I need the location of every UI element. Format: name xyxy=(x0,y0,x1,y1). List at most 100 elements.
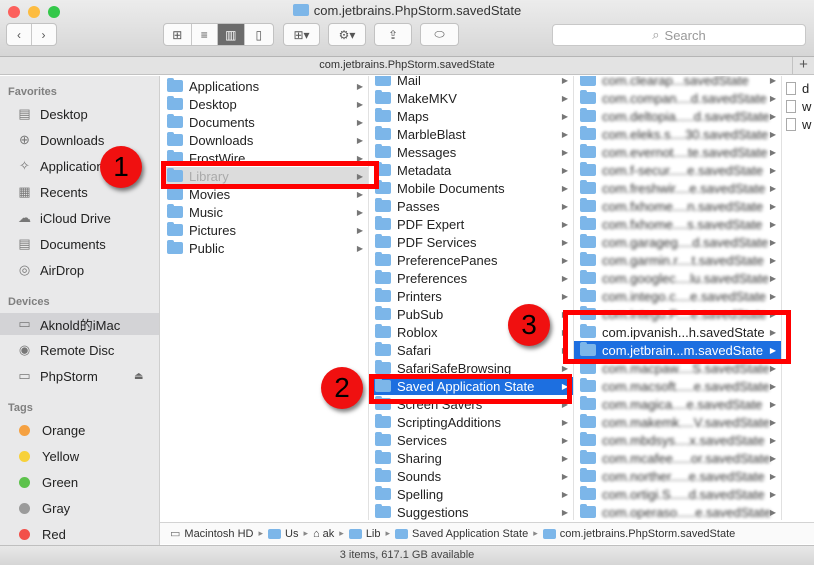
folder-row[interactable]: Documents ▶ xyxy=(161,113,368,131)
folder-row[interactable]: com.garageg....d.savedState ▶ xyxy=(574,233,781,251)
path-item[interactable]: com.jetbrains.PhpStorm.savedState xyxy=(560,528,735,540)
share-icon: ⇪ xyxy=(387,27,399,42)
search-field[interactable]: ⌕ Search xyxy=(552,24,806,46)
sidebar-item-phpstorm[interactable]: ▭ PhpStorm ⏏ xyxy=(0,365,159,387)
folder-row[interactable]: Messages ▶ xyxy=(369,143,573,161)
sidebar-item-documents[interactable]: ▤ Documents xyxy=(0,233,159,255)
path-item[interactable]: Lib xyxy=(366,528,381,540)
folder-row[interactable]: PreferencePanes ▶ xyxy=(369,251,573,269)
sidebar-item-airdrop[interactable]: ◎ AirDrop xyxy=(0,259,159,281)
folder-row[interactable]: Sharing ▶ xyxy=(369,449,573,467)
path-item[interactable]: Us xyxy=(285,528,298,540)
folder-row[interactable]: Printers ▶ xyxy=(369,287,573,305)
chevron-right-icon: ▶ xyxy=(769,471,776,481)
folder-icon xyxy=(375,234,391,248)
folder-row[interactable]: Metadata ▶ xyxy=(369,161,573,179)
folder-row[interactable]: Services ▶ xyxy=(369,431,573,449)
sidebar-item-remote-disc[interactable]: ◉ Remote Disc xyxy=(0,339,159,361)
share-button[interactable]: ⇪ xyxy=(374,23,412,46)
folder-row[interactable]: Suggestions ▶ xyxy=(369,503,573,520)
folder-row[interactable]: com.makemk....V.savedState ▶ xyxy=(574,413,781,431)
folder-row[interactable]: Preferences ▶ xyxy=(369,269,573,287)
folder-label: com.clearap...savedState xyxy=(602,76,749,88)
folder-label: Maps xyxy=(397,108,429,124)
sidebar: Favorites ▤ Desktop ⊕ Downloads ✧ Applicati… xyxy=(0,76,160,546)
sidebar-tag-gray[interactable]: Gray xyxy=(0,497,159,519)
folder-row[interactable]: com.mcafee.....or.savedState ▶ xyxy=(574,449,781,467)
folder-row[interactable]: com.norther.....e.savedState ▶ xyxy=(574,467,781,485)
folder-row[interactable]: com.evernot....te.savedState ▶ xyxy=(574,143,781,161)
chevron-right-icon: ▶ xyxy=(561,363,568,373)
folder-row[interactable]: com.f-secur.....e.savedState ▶ xyxy=(574,161,781,179)
folder-row[interactable]: Spelling ▶ xyxy=(369,485,573,503)
applications-icon: ✧ xyxy=(19,158,30,173)
folder-icon xyxy=(580,162,596,176)
folder-row[interactable]: Music ▶ xyxy=(161,203,368,221)
folder-row[interactable]: Mobile Documents ▶ xyxy=(369,179,573,197)
column-view-button[interactable]: ▥ xyxy=(218,24,245,45)
folder-row[interactable]: MakeMKV ▶ xyxy=(369,89,573,107)
folder-row[interactable]: com.magica....e.savedState ▶ xyxy=(574,395,781,413)
sidebar-item-recents[interactable]: ▦ Recents xyxy=(0,181,159,203)
folder-row[interactable]: com.eleks.s....30.savedState ▶ xyxy=(574,125,781,143)
folder-row[interactable]: Passes ▶ xyxy=(369,197,573,215)
folder-row[interactable]: Maps ▶ xyxy=(369,107,573,125)
folder-row[interactable]: Applications ▶ xyxy=(161,77,368,95)
folder-row[interactable]: com.ortigi.S.....d.savedState ▶ xyxy=(574,485,781,503)
sidebar-tag-green[interactable]: Green xyxy=(0,471,159,493)
eject-icon[interactable]: ⏏ xyxy=(134,371,143,382)
sidebar-tag-red[interactable]: Red xyxy=(0,523,159,545)
chevron-right-icon: ▶ xyxy=(561,129,568,139)
new-tab-button[interactable]: + xyxy=(792,57,814,75)
folder-row[interactable]: com.intego.c....e.savedState ▶ xyxy=(574,287,781,305)
folder-row[interactable]: Safari ▶ xyxy=(369,341,573,359)
sidebar-tag-orange[interactable]: Orange xyxy=(0,419,159,441)
folder-row[interactable]: Downloads ▶ xyxy=(161,131,368,149)
folder-row[interactable]: com.deltopia.....d.savedState ▶ xyxy=(574,107,781,125)
icon-view-button[interactable]: ⊞ xyxy=(164,24,192,45)
folder-row[interactable]: com.freshwir....e.savedState ▶ xyxy=(574,179,781,197)
folder-row[interactable]: com.compan....d.savedState ▶ xyxy=(574,89,781,107)
folder-row[interactable]: MarbleBlast ▶ xyxy=(369,125,573,143)
cover-flow-button[interactable]: ▯ xyxy=(245,24,273,45)
folder-row[interactable]: com.mbdsys....x.savedState ▶ xyxy=(574,431,781,449)
file-row[interactable]: w xyxy=(782,97,814,115)
folder-row[interactable]: com.clearap...savedState ▶ xyxy=(574,76,781,89)
arrange-button[interactable]: ⊞▾ xyxy=(283,23,320,46)
folder-row[interactable]: Desktop ▶ xyxy=(161,95,368,113)
back-button[interactable]: ‹ xyxy=(8,24,32,45)
folder-row[interactable]: com.googlec....lu.savedState ▶ xyxy=(574,269,781,287)
sidebar-item-downloads[interactable]: ⊕ Downloads xyxy=(0,129,159,151)
sidebar-item-icloud-drive[interactable]: ☁ iCloud Drive xyxy=(0,207,159,229)
hard-drive-icon: ▭ xyxy=(170,528,181,540)
folder-row[interactable]: com.macsoft.....e.savedState ▶ xyxy=(574,377,781,395)
list-view-button[interactable]: ≡ xyxy=(192,24,219,45)
folder-row[interactable]: PDF Expert ▶ xyxy=(369,215,573,233)
folder-row[interactable]: com.garmin.r....t.savedState ▶ xyxy=(574,251,781,269)
folder-row[interactable]: ScriptingAdditions ▶ xyxy=(369,413,573,431)
folder-row[interactable]: Pictures ▶ xyxy=(161,221,368,239)
file-row[interactable]: d xyxy=(782,79,814,97)
sidebar-item-imac[interactable]: ▭ Aknold的iMac xyxy=(0,313,159,335)
action-button[interactable]: ⚙▾ xyxy=(328,23,366,46)
path-item[interactable]: Macintosh HD xyxy=(184,528,253,540)
folder-row[interactable]: Public ▶ xyxy=(161,239,368,257)
sidebar-item-desktop[interactable]: ▤ Desktop xyxy=(0,103,159,125)
path-item[interactable]: Saved Application State xyxy=(412,528,528,540)
sidebar-tag-yellow[interactable]: Yellow xyxy=(0,445,159,467)
file-row[interactable]: w xyxy=(782,115,814,133)
folder-icon xyxy=(375,216,391,230)
folder-icon xyxy=(580,270,596,284)
folder-row[interactable]: Sounds ▶ xyxy=(369,467,573,485)
chevron-right-icon: ▶ xyxy=(561,489,568,499)
folder-row[interactable]: PDF Services ▶ xyxy=(369,233,573,251)
chevron-right-icon: ▶ xyxy=(769,273,776,283)
path-tab-title[interactable]: com.jetbrains.PhpStorm.savedState xyxy=(319,59,494,71)
path-item[interactable]: ak xyxy=(323,528,335,540)
folder-row[interactable]: com.fxhome....n.savedState ▶ xyxy=(574,197,781,215)
folder-row[interactable]: Mail ▶ xyxy=(369,76,573,89)
tags-button[interactable]: ⬭ xyxy=(420,23,459,46)
folder-row[interactable]: com.operaso.....e.savedState ▶ xyxy=(574,503,781,520)
folder-row[interactable]: com.fxhome....s.savedState ▶ xyxy=(574,215,781,233)
forward-button[interactable]: › xyxy=(32,24,56,45)
